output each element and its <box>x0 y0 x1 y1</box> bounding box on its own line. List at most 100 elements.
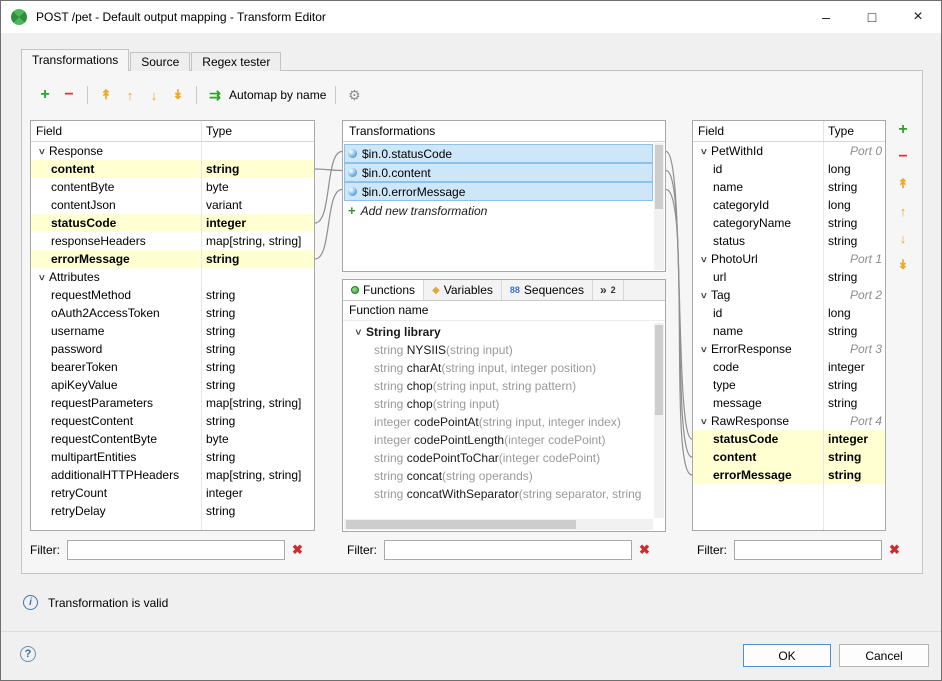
field-row[interactable]: categoryIdlong <box>693 196 885 214</box>
scrollbar-thumb[interactable] <box>346 520 576 529</box>
move-bottom-icon[interactable]: ↡ <box>169 86 187 104</box>
field-row[interactable]: errorMessagestring <box>31 250 314 268</box>
tab-regex-tester[interactable]: Regex tester <box>191 52 281 71</box>
field-row[interactable]: passwordstring <box>31 340 314 358</box>
tab-variables[interactable]: ◆ Variables <box>424 280 502 300</box>
remove-field-button[interactable]: − <box>894 148 912 166</box>
move-bottom-icon[interactable]: ↡ <box>894 256 912 274</box>
expander-icon[interactable]: > <box>33 146 50 156</box>
tab-overflow[interactable]: »2 <box>593 280 624 300</box>
field-row[interactable]: contentstring <box>693 448 885 466</box>
field-row[interactable]: statusCodeinteger <box>693 430 885 448</box>
expander-icon[interactable]: > <box>695 416 712 426</box>
field-row[interactable]: bearerTokenstring <box>31 358 314 376</box>
field-row[interactable]: additionalHTTPHeadersmap[string, string] <box>31 466 314 484</box>
function-item[interactable]: string NYSIIS(string input) <box>344 341 653 359</box>
field-row[interactable]: responseHeadersmap[string, string] <box>31 232 314 250</box>
group-row[interactable]: >TagPort 2 <box>693 286 885 304</box>
automap-by-name-button[interactable]: ⇉ Automap by name <box>206 86 326 104</box>
function-item[interactable]: string chop(string input, string pattern… <box>344 377 653 395</box>
left-filter-input[interactable] <box>67 540 285 560</box>
clear-filter-icon[interactable]: ✖ <box>292 542 303 558</box>
function-item[interactable]: integer codePointLength(integer codePoin… <box>344 431 653 449</box>
add-transformation-button[interactable]: +Add new transformation <box>344 201 653 220</box>
move-top-icon[interactable]: ↟ <box>894 175 912 193</box>
help-icon[interactable]: ? <box>20 646 36 662</box>
field-row[interactable]: apiKeyValuestring <box>31 376 314 394</box>
tab-functions[interactable]: Functions <box>343 280 424 300</box>
scrollbar-thumb[interactable] <box>655 325 663 415</box>
function-item[interactable]: string charAt(string input, integer posi… <box>344 359 653 377</box>
field-row[interactable]: usernamestring <box>31 322 314 340</box>
remove-field-button[interactable]: − <box>60 86 78 104</box>
clear-filter-icon[interactable]: ✖ <box>639 542 650 558</box>
field-row[interactable]: idlong <box>693 160 885 178</box>
add-field-button[interactable]: + <box>894 121 912 139</box>
ok-button[interactable]: OK <box>743 644 831 667</box>
function-item[interactable]: string codePointToChar(integer codePoint… <box>344 449 653 467</box>
field-row[interactable]: statusCodeinteger <box>31 214 314 232</box>
tab-sequences[interactable]: 88 Sequences <box>502 280 593 300</box>
tab-transformations[interactable]: Transformations <box>21 49 129 71</box>
transformation-item[interactable]: $in.0.content <box>344 163 653 182</box>
tab-source[interactable]: Source <box>130 52 190 71</box>
field-row[interactable]: namestring <box>693 322 885 340</box>
field-row[interactable]: oAuth2AccessTokenstring <box>31 304 314 322</box>
group-row[interactable]: >RawResponsePort 4 <box>693 412 885 430</box>
expander-icon[interactable]: > <box>33 272 50 282</box>
field-row[interactable]: idlong <box>693 304 885 322</box>
field-row[interactable]: multipartEntitiesstring <box>31 448 314 466</box>
function-item[interactable]: string chop(string input) <box>344 395 653 413</box>
field-row[interactable]: namestring <box>693 178 885 196</box>
field-row[interactable]: contentBytebyte <box>31 178 314 196</box>
scrollbar-thumb[interactable] <box>655 145 663 209</box>
transform-scrollbar[interactable] <box>654 143 664 270</box>
cancel-button[interactable]: Cancel <box>839 644 929 667</box>
move-up-icon[interactable]: ↑ <box>894 202 912 220</box>
add-field-button[interactable]: + <box>36 86 54 104</box>
move-down-icon[interactable]: ↓ <box>145 86 163 104</box>
move-down-icon[interactable]: ↓ <box>894 229 912 247</box>
field-row[interactable]: contentJsonvariant <box>31 196 314 214</box>
transformation-item[interactable]: $in.0.errorMessage <box>344 182 653 201</box>
field-row[interactable]: retryDelaystring <box>31 502 314 520</box>
expander-icon[interactable]: > <box>695 146 712 156</box>
field-row[interactable]: urlstring <box>693 268 885 286</box>
function-item[interactable]: string concat(string operands) <box>344 467 653 485</box>
transformation-item[interactable]: $in.0.statusCode <box>344 144 653 163</box>
move-top-icon[interactable]: ↟ <box>97 86 115 104</box>
move-up-icon[interactable]: ↑ <box>121 86 139 104</box>
settings-gear-icon[interactable]: ⚙ <box>345 86 363 104</box>
field-row[interactable]: categoryNamestring <box>693 214 885 232</box>
field-row[interactable]: retryCountinteger <box>31 484 314 502</box>
field-row[interactable]: codeinteger <box>693 358 885 376</box>
field-row[interactable]: typestring <box>693 376 885 394</box>
function-item[interactable]: integer codePointAt(string input, intege… <box>344 413 653 431</box>
expander-icon[interactable]: > <box>695 254 712 264</box>
functions-filter-input[interactable] <box>384 540 632 560</box>
field-row[interactable]: requestParametersmap[string, string] <box>31 394 314 412</box>
function-library-row[interactable]: >String library <box>344 323 653 341</box>
group-row[interactable]: >PhotoUrlPort 1 <box>693 250 885 268</box>
field-row[interactable]: messagestring <box>693 394 885 412</box>
group-row[interactable]: >ErrorResponsePort 3 <box>693 340 885 358</box>
field-row[interactable] <box>693 484 885 502</box>
expander-icon[interactable]: > <box>695 290 712 300</box>
field-row[interactable]: contentstring <box>31 160 314 178</box>
field-row[interactable]: requestMethodstring <box>31 286 314 304</box>
group-row[interactable]: >Response <box>31 142 314 160</box>
functions-hscrollbar[interactable] <box>344 519 653 530</box>
minimize-icon[interactable]: – <box>803 1 849 33</box>
group-row[interactable]: >Attributes <box>31 268 314 286</box>
maximize-icon[interactable]: □ <box>849 1 895 33</box>
field-row[interactable]: requestContentstring <box>31 412 314 430</box>
clear-filter-icon[interactable]: ✖ <box>889 542 900 558</box>
group-row[interactable]: >PetWithIdPort 0 <box>693 142 885 160</box>
function-item[interactable]: string concatWithSeparator(string separa… <box>344 485 653 503</box>
functions-vscrollbar[interactable] <box>654 323 664 518</box>
right-filter-input[interactable] <box>734 540 882 560</box>
field-row[interactable]: errorMessagestring <box>693 466 885 484</box>
expander-icon[interactable]: > <box>695 344 712 354</box>
close-icon[interactable]: × <box>895 1 941 33</box>
expander-icon[interactable]: > <box>348 327 366 337</box>
